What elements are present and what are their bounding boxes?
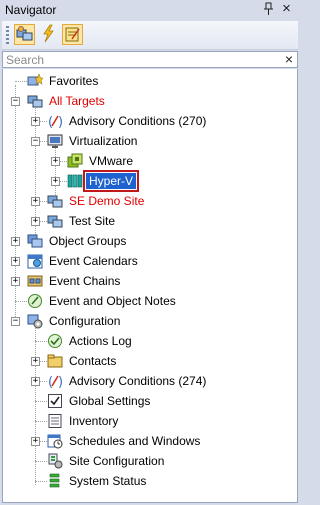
tree-item-configuration[interactable]: − Configuration bbox=[3, 311, 293, 331]
tree-label: Configuration bbox=[49, 314, 121, 328]
tree-item-hyper-v[interactable]: + Hyper-V bbox=[3, 170, 293, 192]
tree-label: Site Configuration bbox=[69, 454, 165, 468]
tree-item-object-groups[interactable]: + Object Groups bbox=[3, 231, 293, 251]
collapse-toggle[interactable]: − bbox=[11, 97, 20, 106]
tree-label: All Targets bbox=[49, 94, 105, 108]
notes-icon bbox=[65, 27, 80, 42]
tree-label: Virtualization bbox=[69, 134, 138, 148]
tree-label: Event Calendars bbox=[49, 254, 138, 268]
expand-toggle[interactable]: + bbox=[11, 237, 20, 246]
hyper-v-icon bbox=[67, 174, 83, 188]
expand-toggle[interactable]: + bbox=[11, 257, 20, 266]
tree-label: Event and Object Notes bbox=[49, 294, 176, 308]
site-icon bbox=[47, 195, 63, 208]
collapse-toggle[interactable]: − bbox=[31, 137, 40, 146]
tree-label-selected: Hyper-V bbox=[82, 170, 140, 192]
tree-label: Global Settings bbox=[69, 394, 151, 408]
expand-toggle[interactable]: + bbox=[31, 437, 40, 446]
schedule-icon bbox=[47, 434, 63, 449]
notes-button[interactable] bbox=[62, 24, 83, 45]
tree-item-vmware[interactable]: + VMware bbox=[3, 151, 293, 171]
lightning-icon bbox=[43, 24, 54, 43]
tree-item-event-chains[interactable]: + Event Chains bbox=[3, 271, 293, 291]
inventory-icon bbox=[48, 414, 62, 428]
checkbox-icon bbox=[48, 394, 62, 408]
tree-item-advisory-conditions[interactable]: + ( ) Advisory Conditions (270) bbox=[3, 111, 293, 131]
search-input[interactable] bbox=[6, 53, 266, 66]
tree-label: Event Chains bbox=[49, 274, 121, 288]
expand-toggle[interactable]: + bbox=[51, 177, 60, 186]
svg-text:): ) bbox=[58, 115, 63, 129]
calendar-icon bbox=[27, 254, 43, 269]
configuration-icon bbox=[27, 314, 43, 329]
expand-toggle[interactable]: + bbox=[31, 197, 40, 206]
tree-item-actions-log[interactable]: Actions Log bbox=[3, 331, 293, 351]
notes-icon bbox=[28, 294, 42, 308]
svg-text:(: ( bbox=[48, 375, 53, 389]
tree-item-system-status[interactable]: System Status bbox=[3, 471, 293, 491]
svg-text:): ) bbox=[58, 375, 63, 389]
targets-group-icon bbox=[27, 95, 43, 108]
tree-item-contacts[interactable]: + Contacts bbox=[3, 351, 293, 371]
tree-label: SE Demo Site bbox=[69, 194, 145, 208]
navigator-tree[interactable]: Favorites − All Targets + ( ) Advisory C… bbox=[2, 69, 298, 503]
tree-item-event-calendars[interactable]: + Event Calendars bbox=[3, 251, 293, 271]
tree-item-global-settings[interactable]: Global Settings bbox=[3, 391, 293, 411]
expand-toggle[interactable]: + bbox=[31, 357, 40, 366]
tree-label: Schedules and Windows bbox=[69, 434, 201, 448]
tree-item-site-configuration[interactable]: Site Configuration bbox=[3, 451, 293, 471]
panel-titlebar: Navigator × bbox=[0, 0, 300, 20]
vmware-icon bbox=[67, 153, 83, 168]
chain-icon bbox=[27, 275, 43, 287]
tree-label: Inventory bbox=[69, 414, 119, 428]
tree-label: Favorites bbox=[49, 74, 99, 88]
tree-item-event-notes[interactable]: Event and Object Notes bbox=[3, 291, 293, 311]
expand-toggle[interactable]: + bbox=[31, 377, 40, 386]
advisory-icon: ( ) bbox=[48, 115, 63, 129]
site-configuration-icon bbox=[48, 453, 63, 469]
clear-search-icon[interactable]: × bbox=[285, 52, 293, 67]
tree-label: VMware bbox=[89, 154, 134, 168]
toolbar-grip[interactable] bbox=[6, 26, 9, 44]
system-status-icon bbox=[49, 473, 60, 488]
tree-item-se-demo-site[interactable]: + SE Demo Site bbox=[3, 191, 293, 211]
targets-icon bbox=[16, 26, 33, 41]
tree-label: Advisory Conditions (270) bbox=[69, 114, 207, 128]
actions-log-icon bbox=[48, 334, 62, 348]
navigator-toolbar bbox=[2, 21, 298, 50]
advisory-icon: ( ) bbox=[48, 375, 63, 389]
tree-label: Test Site bbox=[69, 214, 116, 228]
tree-item-favorites[interactable]: Favorites bbox=[3, 71, 293, 91]
object-groups-icon bbox=[27, 234, 43, 248]
monitor-icon bbox=[47, 134, 63, 148]
expand-toggle[interactable]: + bbox=[11, 277, 20, 286]
svg-text:(: ( bbox=[48, 115, 53, 129]
tree-item-schedules[interactable]: + Schedules and Windows bbox=[3, 431, 293, 451]
events-button[interactable] bbox=[39, 24, 60, 45]
targets-button[interactable] bbox=[14, 24, 35, 45]
tree-item-test-site[interactable]: + Test Site bbox=[3, 211, 293, 231]
tree-item-all-targets[interactable]: − All Targets bbox=[3, 91, 293, 111]
tree-label: Contacts bbox=[69, 354, 117, 368]
tree-label: Object Groups bbox=[49, 234, 127, 248]
tree-label: Advisory Conditions (274) bbox=[69, 374, 207, 388]
expand-toggle[interactable]: + bbox=[31, 217, 40, 226]
tree-item-config-advisory[interactable]: + ( ) Advisory Conditions (274) bbox=[3, 371, 293, 391]
contacts-icon bbox=[47, 354, 63, 368]
pin-icon[interactable] bbox=[262, 2, 276, 17]
search-box: × bbox=[2, 51, 298, 68]
favorites-icon bbox=[27, 73, 43, 86]
collapse-toggle[interactable]: − bbox=[11, 317, 20, 326]
expand-toggle[interactable]: + bbox=[31, 117, 40, 126]
expand-toggle[interactable]: + bbox=[51, 157, 60, 166]
close-icon[interactable]: × bbox=[279, 1, 294, 17]
panel-title: Navigator bbox=[5, 3, 57, 17]
site-icon bbox=[47, 215, 63, 228]
tree-label: Actions Log bbox=[69, 334, 132, 348]
tree-item-virtualization[interactable]: − Virtualization bbox=[3, 131, 293, 151]
tree-label: System Status bbox=[69, 474, 147, 488]
tree-item-inventory[interactable]: Inventory bbox=[3, 411, 293, 431]
